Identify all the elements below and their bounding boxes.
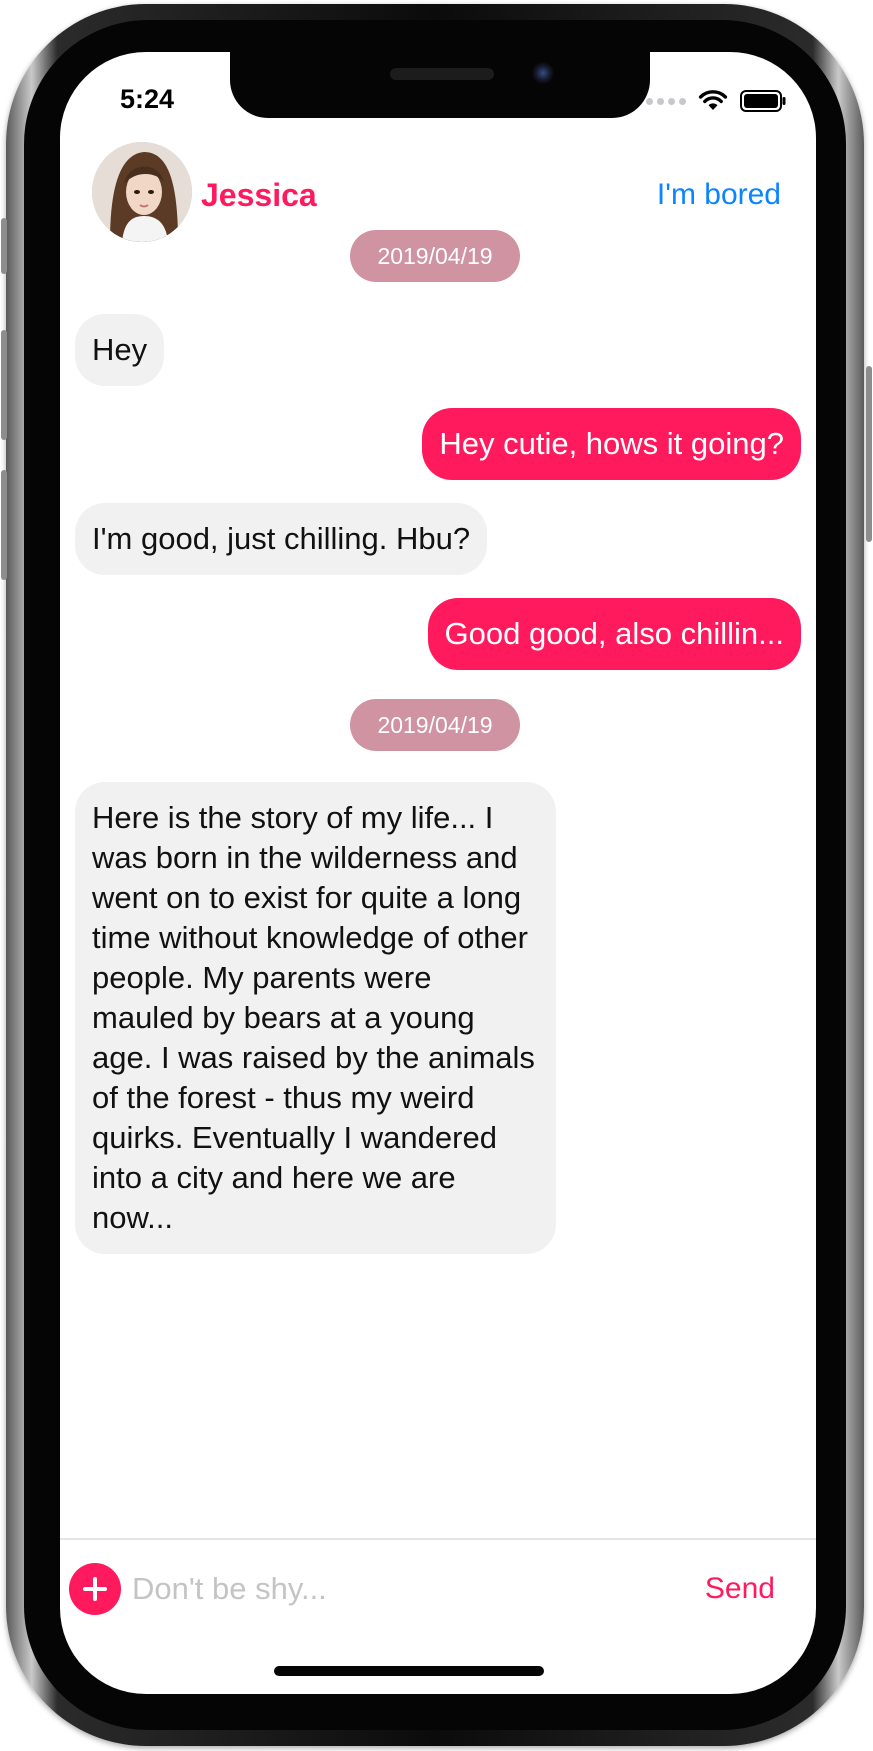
im-bored-button[interactable]: I'm bored [657,178,781,212]
avatar-image [92,142,192,242]
incoming-message[interactable]: Hey [75,314,165,386]
volume-up-button [1,330,7,440]
outgoing-message[interactable]: Hey cutie, hows it going? [422,408,801,480]
message-input[interactable] [132,1562,602,1616]
volume-down-button [1,470,7,580]
signal-dots-icon [646,97,686,105]
home-indicator[interactable] [274,1666,544,1676]
power-button [866,366,872,542]
date-separator: 2019/04/19 [350,699,520,751]
chat-header: Jessica I'm bored [60,132,816,242]
silent-switch [1,218,7,274]
date-separator: 2019/04/19 [350,230,520,282]
speaker-grille [390,68,494,80]
battery-icon [740,90,786,112]
front-camera [532,62,554,84]
incoming-message[interactable]: I'm good, just chilling. Hbu? [75,503,488,575]
wifi-icon [698,90,728,110]
send-button[interactable]: Send [705,1572,775,1606]
message-composer: Send [60,1538,816,1640]
status-icons [646,90,786,112]
add-attachment-button[interactable] [69,1563,121,1615]
outgoing-message[interactable]: Good good, also chillin... [427,598,801,670]
incoming-message[interactable]: Here is the story of my life... I was bo… [75,782,556,1254]
status-time: 5:24 [120,84,175,114]
notch [230,52,650,118]
contact-avatar[interactable] [92,142,192,242]
app-screen: 5:24 Jessica I'm bored 2019/04/19 Hey He… [60,52,816,1694]
contact-name[interactable]: Jessica [201,177,317,214]
